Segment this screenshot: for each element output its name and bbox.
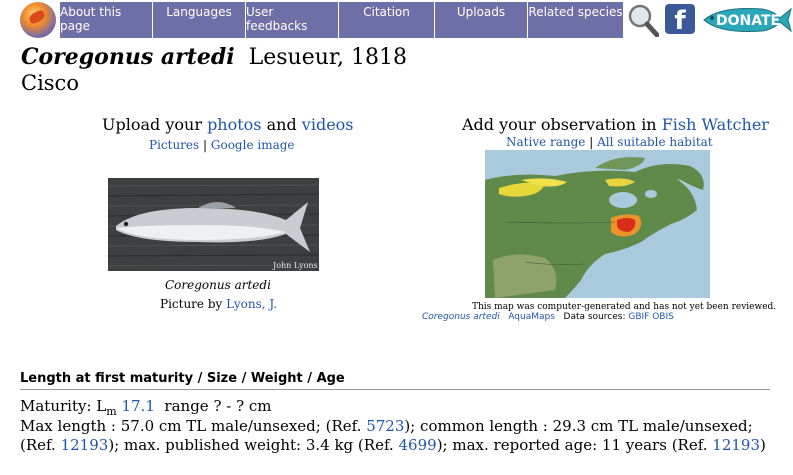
google-image-link[interactable]: Google image xyxy=(211,138,295,152)
ref-link[interactable]: 5723 xyxy=(366,417,404,435)
map-note: This map was computer-generated and has … xyxy=(472,302,777,312)
upload-prompt: Upload your photos and videos xyxy=(102,115,354,134)
range-text: range ? - ? cm xyxy=(164,397,272,415)
aquamaps-link[interactable]: AquaMaps xyxy=(508,312,555,322)
and-text: and xyxy=(266,115,297,134)
photos-link[interactable]: photos xyxy=(207,115,261,134)
search-icon[interactable] xyxy=(627,3,659,37)
size-details: Max length : 57.0 cm TL male/unsexed; (R… xyxy=(20,417,780,455)
nav-about[interactable]: About this page xyxy=(60,2,153,38)
videos-link[interactable]: videos xyxy=(302,115,354,134)
maturity-line: Maturity: Lm 17.1 range ? - ? cm xyxy=(20,397,272,418)
separator: | xyxy=(589,135,594,149)
picture-links: Pictures | Google image xyxy=(149,138,295,152)
map-species-link[interactable]: Coregonus artedi xyxy=(422,312,500,322)
facebook-icon[interactable]: f xyxy=(665,4,695,34)
fishbase-logo-icon[interactable] xyxy=(20,2,56,38)
maturity-label: Maturity: L xyxy=(20,397,107,415)
pictures-link[interactable]: Pictures xyxy=(149,138,199,152)
distribution-map[interactable] xyxy=(485,150,710,298)
maturity-value-link[interactable]: 17.1 xyxy=(121,397,154,415)
separator: | xyxy=(203,138,208,152)
species-binomial: Coregonus artedi xyxy=(21,44,235,70)
photo-credit-overlay: John Lyons xyxy=(272,261,318,270)
ref-link[interactable]: 4699 xyxy=(399,436,437,454)
picture-by-label: Picture by xyxy=(160,297,223,311)
ref-link[interactable]: 12193 xyxy=(61,436,109,454)
nav-citation[interactable]: Citation xyxy=(339,2,435,38)
map-sources: Coregonus artedi AquaMaps Data sources: … xyxy=(422,312,674,322)
picture-by: Picture by Lyons, J. xyxy=(160,297,277,311)
obis-link[interactable]: OBIS xyxy=(652,312,674,322)
data-sources-label: Data sources: xyxy=(563,312,626,322)
native-range-link[interactable]: Native range xyxy=(506,135,585,149)
weight-text: ); max. published weight: 3.4 kg (Ref. xyxy=(108,436,394,454)
top-nav: About this page Languages User feedbacks… xyxy=(60,2,623,38)
upload-prefix: Upload your xyxy=(102,115,202,134)
age-text: ); max. reported age: 11 years (Ref. xyxy=(436,436,708,454)
max-length-text: Max length : 57.0 cm TL male/unsexed; (R… xyxy=(20,417,362,435)
map-links: Native range | All suitable habitat xyxy=(506,135,713,149)
gbif-link[interactable]: GBIF xyxy=(628,312,649,322)
photo-author-link[interactable]: Lyons, J. xyxy=(226,297,277,311)
photo-caption: Coregonus artedi xyxy=(165,278,271,292)
nav-uploads[interactable]: Uploads xyxy=(435,2,528,38)
ref-link[interactable]: 12193 xyxy=(712,436,760,454)
nav-languages[interactable]: Languages xyxy=(153,2,246,38)
fish-watcher-link[interactable]: Fish Watcher xyxy=(662,115,769,134)
nav-related-species[interactable]: Related species xyxy=(528,2,623,38)
scientific-name: Coregonus artedi Lesueur, 1818 xyxy=(21,44,407,70)
donate-label: DONATE xyxy=(716,13,780,29)
common-name: Cisco xyxy=(21,71,79,95)
nav-user-feedbacks[interactable]: User feedbacks xyxy=(246,2,339,38)
suitable-habitat-link[interactable]: All suitable habitat xyxy=(597,135,713,149)
close-paren: ) xyxy=(760,436,766,454)
obs-prefix: Add your observation in xyxy=(462,115,657,134)
species-author: Lesueur, 1818 xyxy=(248,45,407,70)
donate-fish-icon[interactable]: DONATE xyxy=(700,5,792,35)
section-divider xyxy=(20,389,770,390)
section-heading: Length at first maturity / Size / Weight… xyxy=(20,371,345,386)
observation-prompt: Add your observation in Fish Watcher xyxy=(462,115,769,134)
fish-photo[interactable]: John Lyons xyxy=(108,178,319,271)
